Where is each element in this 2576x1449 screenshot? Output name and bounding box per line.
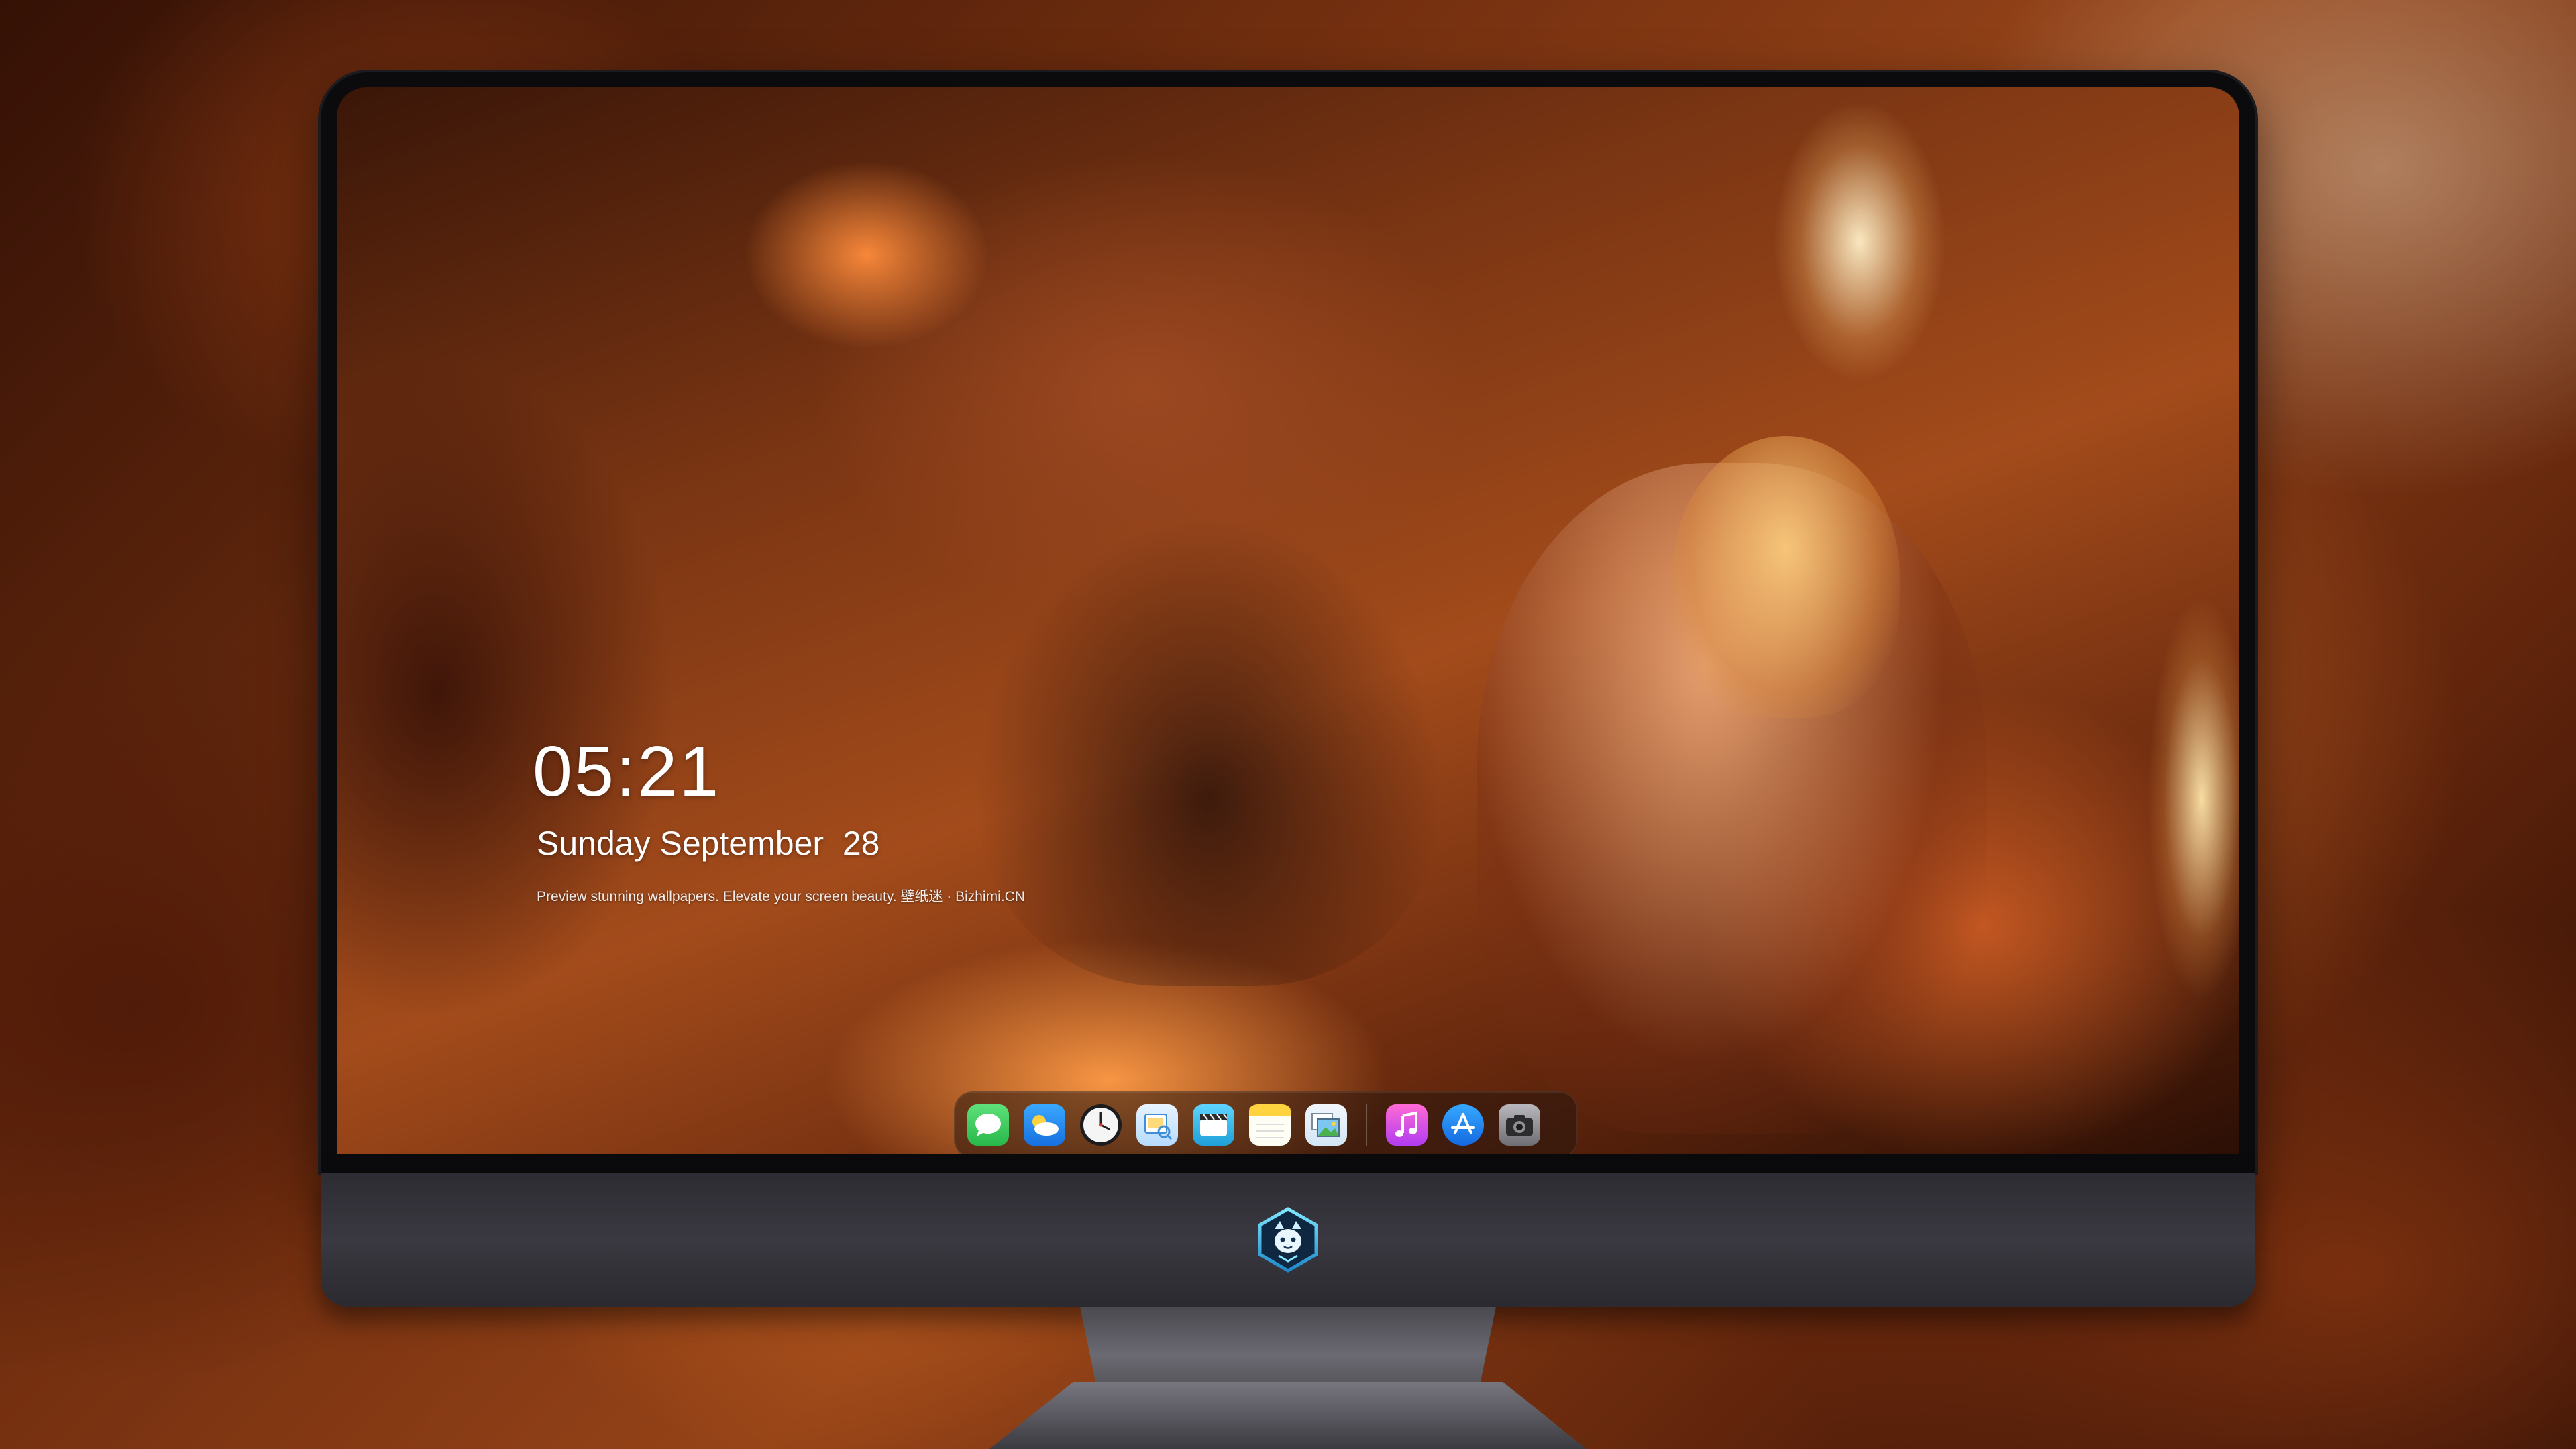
lock-screen[interactable]: 05:21 Sunday September 28 Preview stunni… [337, 87, 2239, 1154]
preview-icon [1144, 1114, 1173, 1140]
clock-icon [1083, 1108, 1118, 1142]
monitor-bezel: 05:21 Sunday September 28 Preview stunni… [321, 72, 2255, 1173]
dock-separator [1366, 1104, 1367, 1146]
dock-app-photo-viewer[interactable] [1305, 1104, 1347, 1146]
wallpaper-photo-highlight [1672, 436, 1900, 718]
lock-screen-clock: 05:21 [533, 732, 721, 811]
wallpaper-photo-shadow [974, 517, 1444, 986]
notes-icon [1249, 1104, 1291, 1138]
dock-app-app-store[interactable] [1442, 1104, 1484, 1146]
messages-icon [975, 1114, 1001, 1136]
monitor: 05:21 Sunday September 28 Preview stunni… [321, 72, 2255, 1307]
dock-app-weather[interactable] [1024, 1104, 1065, 1146]
brand-logo-icon [1258, 1207, 1318, 1273]
desktop-background: 05:21 Sunday September 28 Preview stunni… [0, 0, 2576, 1449]
lock-screen-tagline: Preview stunning wallpapers. Elevate you… [537, 889, 1025, 904]
dock-app-clock[interactable] [1080, 1104, 1122, 1146]
dock-app-clips[interactable] [1193, 1104, 1234, 1146]
camera-icon [1506, 1115, 1533, 1136]
lock-screen-date: Sunday September 28 [537, 824, 880, 862]
dock [954, 1091, 1578, 1154]
music-icon [1395, 1111, 1417, 1137]
dock-app-notes[interactable] [1249, 1104, 1291, 1146]
photo-viewer-icon [1311, 1113, 1340, 1137]
weather-icon [1032, 1115, 1059, 1136]
dock-app-preview[interactable] [1136, 1104, 1178, 1146]
monitor-chin [321, 1173, 2255, 1307]
dock-app-messages[interactable] [967, 1104, 1009, 1146]
dock-app-camera[interactable] [1499, 1104, 1540, 1146]
monitor-stand-neck [1080, 1307, 1496, 1387]
dock-app-music[interactable] [1386, 1104, 1428, 1146]
monitor-stand-base [989, 1382, 1587, 1449]
clips-icon [1200, 1114, 1228, 1136]
app-store-icon [1451, 1113, 1475, 1134]
